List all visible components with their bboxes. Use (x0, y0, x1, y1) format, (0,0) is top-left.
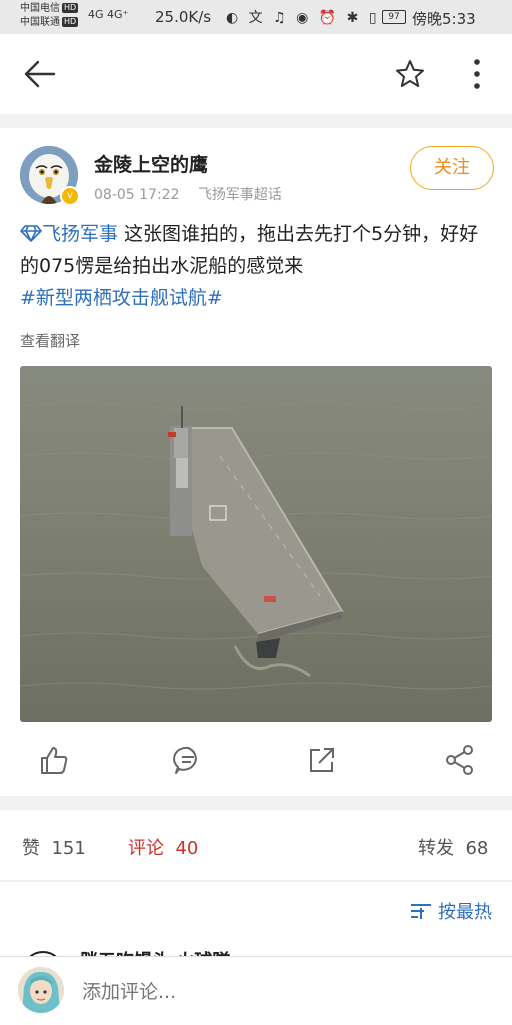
post-actions (0, 738, 512, 782)
comment-input-bar (0, 956, 512, 1025)
like-icon[interactable] (36, 742, 72, 778)
stats-tabs: 赞 151 评论 40 转发 68 (0, 810, 512, 880)
hd-badge: HD (62, 17, 79, 27)
post-source[interactable]: 飞扬军事超话 (198, 187, 282, 203)
comment-count: 40 (175, 838, 199, 859)
status-bar: 中国电信 HD 中国联通 HD 4G 4G⁺ 25.0K/s ◐ 文 ♫ ◉ ⏰ ✱… (0, 0, 512, 34)
back-arrow-icon[interactable] (22, 56, 58, 92)
tab-likes[interactable]: 赞 151 (22, 834, 86, 860)
sort-button[interactable]: 按最热 (410, 898, 492, 924)
post-date: 08-05 17:22 (94, 187, 180, 203)
topic-label: 飞扬军事 (42, 223, 119, 245)
tab-comments[interactable]: 评论 40 (128, 834, 198, 860)
top-bar (0, 34, 512, 114)
author-name[interactable]: 金陵上空的鹰 (94, 150, 208, 177)
tab-reposts[interactable]: 转发 68 (418, 834, 488, 860)
battery-indicator: 97 (382, 10, 406, 24)
topic-link[interactable]: 飞扬军事 (20, 223, 118, 245)
repost-icon[interactable] (304, 742, 340, 778)
share-icon[interactable] (442, 742, 478, 778)
carrier-info: 中国电信 HD 中国联通 HD (20, 2, 79, 30)
post-meta: 08-05 17:22 飞扬军事超话 (94, 184, 296, 204)
sort-icon (411, 904, 432, 919)
carrier-2: 中国联通 (20, 17, 60, 28)
post-text: 飞扬军事 这张图谁拍的，拖出去先打个5分钟，好好的075愣是给拍出水泥船的感觉来… (20, 218, 494, 314)
repost-count: 68 (465, 838, 489, 859)
comment-icon[interactable] (170, 742, 206, 778)
post-image[interactable] (20, 366, 492, 722)
verified-badge-icon: v (60, 186, 80, 206)
star-icon[interactable] (394, 58, 426, 90)
signal-indicator: 4G 4G⁺ (88, 8, 129, 21)
status-icons: ◐ 文 ♫ ◉ ⏰ ✱ ▯ (226, 10, 380, 26)
sort-label: 按最热 (438, 902, 492, 923)
network-speed: 25.0K/s (155, 8, 212, 26)
translate-link[interactable]: 查看翻译 (20, 330, 80, 351)
more-vertical-icon[interactable] (462, 56, 492, 92)
hashtag-link[interactable]: #新型两栖攻击舰试航# (20, 287, 223, 309)
clock: 傍晚5:33 (412, 10, 476, 28)
user-avatar[interactable] (18, 967, 64, 1013)
hd-badge: HD (62, 3, 79, 13)
comment-input[interactable] (80, 973, 484, 1011)
post-card: v 金陵上空的鹰 08-05 17:22 飞扬军事超话 关注 飞扬军事 这张图谁… (0, 128, 512, 796)
like-count: 151 (51, 838, 86, 859)
diamond-icon (20, 225, 42, 242)
sort-bar: 按最热 (0, 881, 512, 944)
follow-button[interactable]: 关注 (410, 146, 494, 190)
carrier-1: 中国电信 (20, 3, 60, 14)
